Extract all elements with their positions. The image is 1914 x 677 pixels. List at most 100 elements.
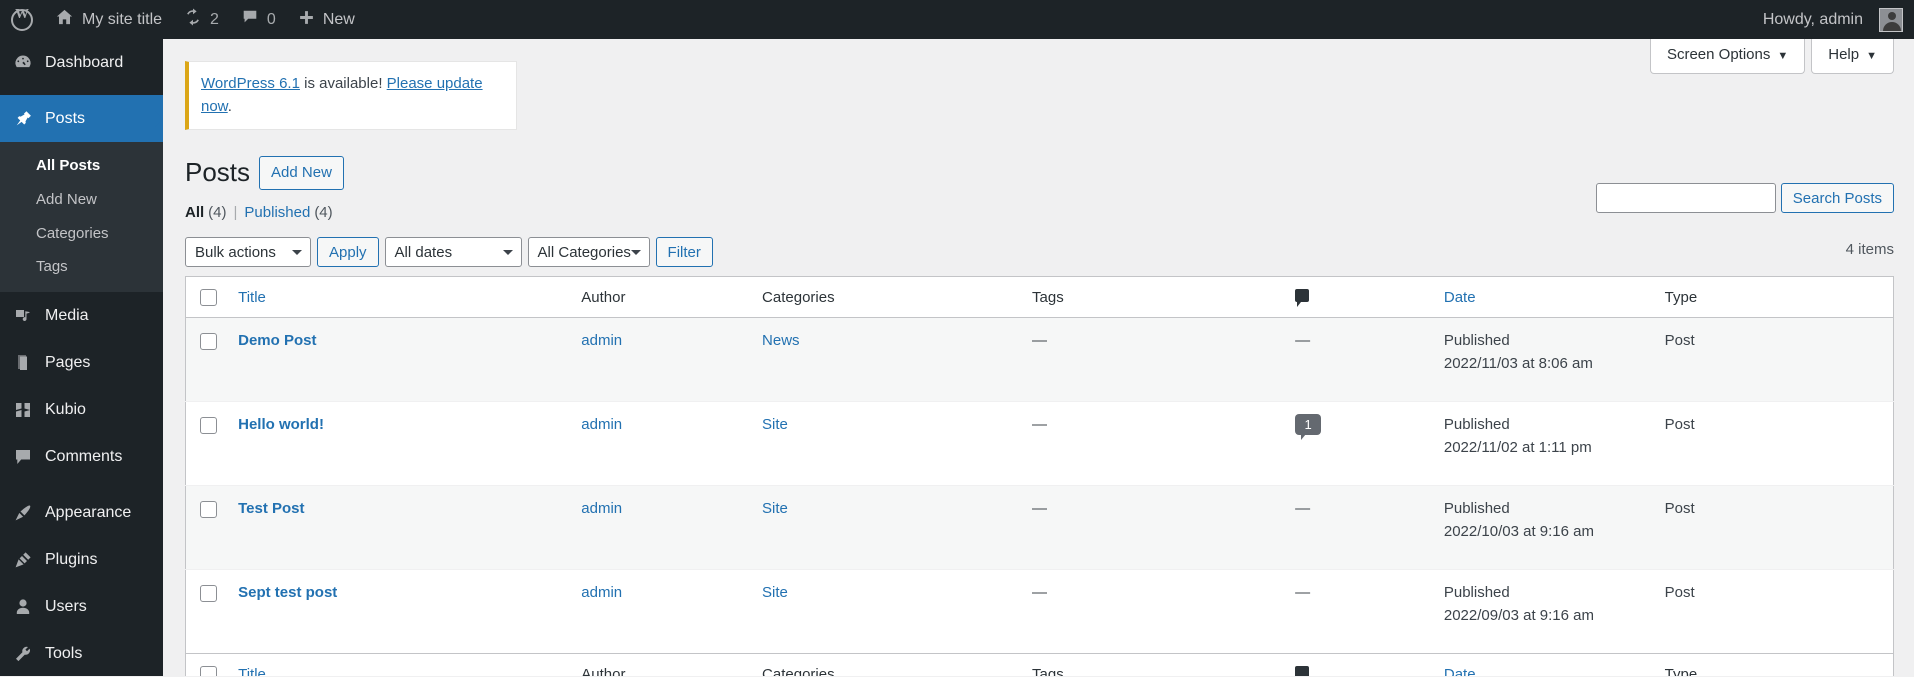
sidebar-item-plugins[interactable]: Plugins (0, 536, 163, 583)
comments-menu[interactable]: 0 (230, 0, 287, 39)
select-all-footer-header (185, 653, 239, 676)
updates-menu[interactable]: 2 (173, 0, 230, 39)
sidebar-item-categories[interactable]: Categories (0, 217, 163, 251)
post-category-link[interactable]: Site (762, 500, 788, 517)
post-title-link[interactable]: Test Post (238, 500, 304, 517)
row-type-cell: Post (1665, 402, 1894, 486)
column-header-date-label[interactable]: Date (1444, 289, 1476, 306)
column-footer-title-label[interactable]: Title (238, 666, 266, 677)
screen-options-button[interactable]: Screen Options ▼ (1649, 39, 1806, 74)
post-title-link[interactable]: Demo Post (238, 332, 316, 349)
row-checkbox[interactable] (200, 416, 217, 434)
screen-options-label: Screen Options (1666, 46, 1771, 63)
view-all-label[interactable]: All (185, 204, 204, 221)
page-wrap: WordPress 6.1 is available! Please updat… (163, 61, 1914, 676)
row-tags-cell: — (1032, 486, 1295, 570)
sidebar-item-users[interactable]: Users (0, 583, 163, 630)
sidebar-item-label: Plugins (45, 550, 98, 568)
notice-middle-text: is available! (299, 75, 387, 92)
row-checkbox-cell (186, 486, 239, 570)
row-title-cell: Hello world! (238, 402, 581, 486)
select-all-header (185, 276, 239, 318)
table-row: Test Post admin Site — — Published 2022/1… (185, 485, 1894, 570)
pin-icon (13, 109, 33, 129)
column-footer-tags-label: Tags (1032, 665, 1064, 677)
sidebar-item-appearance[interactable]: Appearance (0, 489, 163, 536)
sidebar-item-label: Posts (45, 109, 86, 127)
date-filter-select[interactable]: All dates (384, 237, 522, 267)
row-checkbox[interactable] (200, 332, 217, 350)
column-footer-title[interactable]: Title (238, 653, 582, 677)
search-input[interactable] (1595, 183, 1776, 213)
bulk-actions-select[interactable]: Bulk actions (185, 237, 311, 267)
row-title-cell: Test Post (238, 486, 581, 570)
new-content-menu[interactable]: New (287, 0, 366, 39)
site-name-menu[interactable]: My site title (44, 0, 173, 39)
sidebar-item-kubio[interactable]: Kubio (0, 386, 163, 433)
post-category-link[interactable]: News (762, 332, 800, 349)
post-author-link[interactable]: admin (581, 584, 622, 601)
sidebar-item-tools[interactable]: Tools (0, 630, 163, 677)
view-all-count: (4) (208, 204, 227, 221)
sidebar-item-pages[interactable]: Pages (0, 339, 163, 386)
avatar (1879, 7, 1903, 32)
wp-logo-menu[interactable] (0, 0, 44, 39)
view-published[interactable]: Published (4) (244, 204, 332, 221)
wordpress-logo-icon (11, 7, 33, 31)
column-header-date[interactable]: Date (1443, 276, 1665, 318)
post-title-link[interactable]: Hello world! (238, 416, 324, 433)
filter-button[interactable]: Filter (655, 237, 713, 267)
post-date-value: 2022/10/03 at 9:16 am (1443, 522, 1594, 540)
sidebar-item-posts[interactable]: Posts (0, 95, 163, 142)
row-checkbox[interactable] (200, 500, 217, 518)
wordpress-version-link[interactable]: WordPress 6.1 (201, 75, 300, 92)
column-footer-date[interactable]: Date (1443, 653, 1665, 677)
add-new-button[interactable]: Add New (259, 156, 344, 190)
post-date-value: 2022/11/02 at 1:11 pm (1443, 438, 1592, 456)
chevron-down-icon (292, 250, 302, 255)
column-header-comments[interactable] (1295, 276, 1444, 318)
column-header-title[interactable]: Title (238, 276, 582, 318)
post-date-status: Published (1443, 500, 1510, 517)
row-checkbox-cell (186, 570, 239, 654)
comment-count-bubble[interactable]: 1 (1295, 414, 1322, 440)
post-author-link[interactable]: admin (581, 500, 622, 517)
view-published-label[interactable]: Published (244, 204, 310, 221)
sidebar-item-all-posts[interactable]: All Posts (0, 149, 163, 183)
view-all[interactable]: All (4) (185, 204, 227, 221)
home-icon (55, 8, 74, 32)
sidebar-item-media[interactable]: Media (0, 292, 163, 339)
view-published-count: (4) (314, 204, 333, 221)
post-author-link[interactable]: admin (581, 332, 622, 349)
search-posts-button[interactable]: Search Posts (1780, 183, 1894, 213)
plug-icon (13, 550, 33, 570)
column-header-tags-label: Tags (1032, 288, 1064, 306)
category-filter-select[interactable]: All Categories (527, 237, 650, 267)
row-date-cell: Published 2022/10/03 at 9:16 am (1444, 486, 1665, 570)
select-all-checkbox-footer[interactable] (200, 665, 217, 676)
table-nav-top: Bulk actions Apply All dates All Categor… (185, 235, 1914, 269)
sidebar-item-tags[interactable]: Tags (0, 250, 163, 284)
column-header-title-label[interactable]: Title (238, 289, 266, 306)
row-checkbox[interactable] (200, 584, 217, 602)
column-footer-type: Type (1664, 653, 1894, 676)
help-button[interactable]: Help ▼ (1811, 39, 1894, 74)
column-footer-comments[interactable] (1295, 653, 1444, 676)
sidebar-item-add-new[interactable]: Add New (0, 183, 163, 217)
chevron-down-icon (630, 250, 641, 255)
plus-icon (298, 9, 315, 31)
select-all-checkbox[interactable] (200, 288, 217, 306)
my-account-menu[interactable]: Howdy, admin (1752, 0, 1914, 39)
post-author-link[interactable]: admin (581, 416, 622, 433)
post-title-link[interactable]: Sept test post (238, 584, 337, 601)
post-category-link[interactable]: Site (762, 584, 788, 601)
sidebar-item-dashboard[interactable]: Dashboard (0, 39, 163, 86)
post-tags-value: — (1032, 500, 1048, 517)
admin-bar: My site title 2 0 New Howdy, admin (0, 0, 1914, 39)
row-categories-cell: Site (762, 570, 1032, 654)
post-category-link[interactable]: Site (762, 416, 788, 433)
sidebar-item-comments[interactable]: Comments (0, 433, 163, 480)
posts-table-head: Title Author Categories Tags Date Type (185, 276, 1894, 318)
apply-button[interactable]: Apply (317, 237, 379, 267)
column-footer-date-label[interactable]: Date (1444, 666, 1476, 677)
